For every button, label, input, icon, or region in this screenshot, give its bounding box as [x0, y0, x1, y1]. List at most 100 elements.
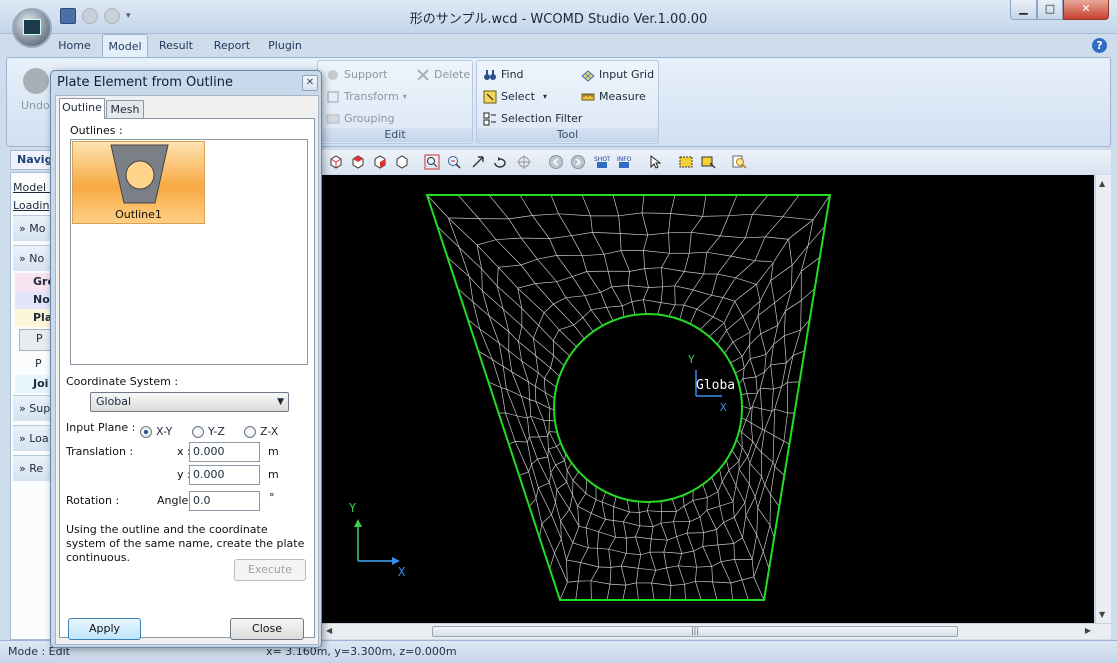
scroll-right-icon[interactable]: ▶ [1085, 626, 1091, 635]
translation-label: Translation : [66, 445, 134, 458]
selection-filter-button[interactable]: Selection Filter [483, 109, 582, 129]
dialog-close-icon[interactable]: ✕ [302, 75, 318, 91]
vertical-scrollbar[interactable]: ▲ ▼ [1095, 175, 1111, 623]
transform-button[interactable]: Transform ▾ [326, 87, 407, 107]
nav-loading[interactable]: Loadin [13, 197, 49, 215]
mesh-drawing [354, 194, 832, 601]
view-top-icon[interactable] [350, 154, 366, 170]
tab-plugin[interactable]: Plugin [262, 34, 308, 58]
scroll-up-icon[interactable]: ▲ [1099, 179, 1105, 188]
nav-section-model[interactable]: » Mo [13, 215, 54, 241]
select-button[interactable]: Select ▾ [483, 87, 547, 107]
edit-group-label: Edit [318, 128, 472, 142]
horizontal-scrollbar[interactable]: ◀ ||| ▶ [322, 623, 1111, 639]
plane-radio-zx[interactable]: Z-X [244, 425, 278, 438]
grouping-button[interactable]: Grouping [326, 109, 395, 129]
measure-button[interactable]: Measure [581, 87, 646, 107]
plane-radio-xy[interactable]: X-Y [140, 425, 172, 438]
scroll-down-icon[interactable]: ▼ [1099, 610, 1105, 619]
outline-item-outline1[interactable]: Outline1 [72, 141, 205, 224]
tab-home[interactable]: Home [52, 34, 97, 58]
nav-item-plate[interactable]: Pla [15, 309, 54, 327]
view-front-icon[interactable] [328, 154, 344, 170]
angle-unit: ° [269, 491, 275, 504]
close-button[interactable]: Close [230, 618, 304, 640]
application-button[interactable] [12, 8, 52, 48]
plate-from-outline-dialog: Plate Element from Outline ✕ Outline Mes… [50, 70, 322, 648]
next-view-icon[interactable] [570, 154, 586, 170]
tab-result[interactable]: Result [153, 34, 199, 58]
model-viewport[interactable]: Y X Y X Globa [322, 175, 1094, 623]
close-window-button[interactable]: ✕ [1063, 0, 1109, 20]
radio-unselected-icon [244, 425, 256, 438]
coordinate-system-select[interactable]: Global ▼ [90, 392, 289, 412]
nav-item-plate-2[interactable]: P [19, 355, 54, 377]
delete-button[interactable]: Delete [416, 65, 470, 85]
angle-input[interactable]: 0.0 [189, 491, 260, 511]
nav-model-properties[interactable]: Model P [13, 179, 54, 197]
scroll-left-icon[interactable]: ◀ [326, 626, 332, 635]
rotate-icon[interactable] [492, 154, 508, 170]
transform-dropdown-icon: ▾ [402, 92, 407, 101]
grouping-icon [326, 114, 340, 124]
tab-mesh[interactable]: Mesh [106, 100, 144, 118]
outline-thumbnail-icon [110, 144, 169, 204]
mesh-grid-lines [426, 194, 831, 601]
select-window-icon[interactable] [700, 154, 716, 170]
apply-button[interactable]: Apply [68, 618, 141, 640]
view-iso-icon[interactable] [394, 154, 410, 170]
execute-button[interactable]: Execute [234, 559, 306, 581]
pan-icon[interactable] [470, 154, 486, 170]
plane-radio-yz[interactable]: Y-Z [192, 425, 225, 438]
nav-section-support[interactable]: » Sup [13, 395, 54, 421]
nav-item-group[interactable]: Gro [15, 273, 54, 291]
undo-button[interactable]: Undo [21, 96, 50, 116]
grouping-label: Grouping [344, 112, 395, 125]
nav-section-result[interactable]: » Re [13, 455, 54, 481]
help-icon[interactable]: ? [1092, 38, 1107, 53]
tab-report[interactable]: Report [207, 34, 257, 58]
chevron-down-icon: ▼ [277, 397, 284, 407]
zoom-out-icon[interactable] [446, 154, 462, 170]
find-button[interactable]: Find [483, 65, 524, 85]
search-icon[interactable] [732, 154, 748, 170]
translation-y-input[interactable]: 0.000 [189, 465, 260, 485]
undo-icon[interactable] [23, 68, 49, 94]
screenshot-icon[interactable]: SHOT [594, 154, 610, 170]
input-grid-button[interactable]: Input Grid [581, 65, 654, 85]
tab-outline[interactable]: Outline [59, 98, 105, 119]
select-label: Select [501, 90, 535, 103]
pointer-icon[interactable] [648, 154, 664, 170]
horizontal-scroll-thumb[interactable]: ||| [432, 626, 958, 637]
nav-item-node[interactable]: Noo [15, 291, 54, 309]
orbit-icon[interactable] [516, 154, 532, 170]
outlines-list[interactable]: Outline1 [70, 139, 308, 365]
outlines-label: Outlines : [70, 124, 123, 137]
nav-item-plate-1[interactable]: P [19, 329, 54, 351]
translation-y-unit: m [268, 468, 279, 481]
window-title: 形のサンプル.wcd - WCOMD Studio Ver.1.00.00 [409, 12, 708, 27]
select-box-icon[interactable] [678, 154, 694, 170]
global-axis-x-label: X [720, 401, 727, 414]
view-side-icon[interactable] [372, 154, 388, 170]
transform-label: Transform [344, 90, 399, 103]
tab-model[interactable]: Model [102, 34, 148, 58]
title-bar: ▾ 形のサンプル.wcd - WCOMD Studio Ver.1.00.00 … [0, 0, 1117, 34]
support-icon [328, 70, 338, 80]
support-button[interactable]: Support [326, 65, 387, 85]
nav-section-node[interactable]: » No [13, 245, 54, 271]
outline-tab-page: Outlines : Outline1 Coordinate System : … [59, 118, 315, 638]
ribbon-tabs: Home Model Result Report Plugin [0, 34, 1117, 58]
tool-group: Find Input Grid Select ▾ Measure Selecti… [476, 60, 659, 144]
zoom-fit-icon[interactable] [424, 154, 440, 170]
minimize-button[interactable]: ▁ [1010, 0, 1037, 20]
nav-section-load[interactable]: » Loa [13, 425, 54, 451]
info-icon[interactable]: INFO [616, 154, 632, 170]
previous-view-icon[interactable] [548, 154, 564, 170]
navigation-header[interactable]: Navig [10, 150, 55, 170]
maximize-button[interactable]: □ [1037, 0, 1063, 20]
radio-unselected-icon [192, 425, 204, 438]
nav-item-joint[interactable]: Joi [15, 375, 54, 393]
translation-x-input[interactable]: 0.000 [189, 442, 260, 462]
outline-item-label: Outline1 [115, 208, 162, 221]
